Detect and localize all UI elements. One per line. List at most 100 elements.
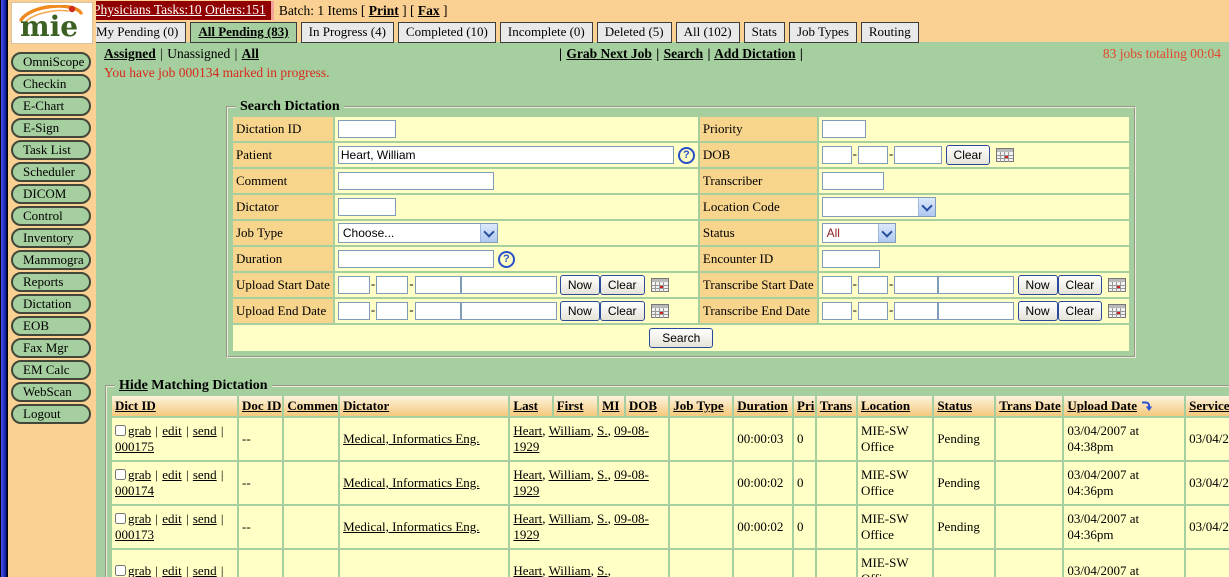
tab-deleted[interactable]: Deleted (5) — [597, 22, 672, 43]
send-link[interactable]: send — [193, 423, 217, 438]
patient-first-link[interactable]: William — [549, 467, 591, 482]
transcriber-input[interactable] — [822, 172, 884, 190]
sidebar-item-faxmgr[interactable]: Fax Mgr — [11, 338, 91, 358]
tab-routing[interactable]: Routing — [861, 22, 919, 43]
transcribe-end-day[interactable] — [858, 302, 888, 320]
sidebar-item-inventory[interactable]: Inventory — [11, 228, 91, 248]
send-link[interactable]: send — [193, 563, 217, 577]
fax-link[interactable]: Fax — [418, 3, 440, 18]
search-button[interactable]: Search — [649, 328, 713, 348]
upload-end-day[interactable] — [376, 302, 408, 320]
dictator-input[interactable] — [338, 198, 396, 216]
col-job-type[interactable]: Job Type — [673, 398, 723, 413]
sidebar-item-dicom[interactable]: DICOM — [11, 184, 91, 204]
tab-my-pending[interactable]: My Pending (0) — [88, 22, 186, 43]
sidebar-item-reports[interactable]: Reports — [11, 272, 91, 292]
patient-mi-link[interactable]: S. — [597, 467, 607, 482]
patient-first-link[interactable]: William — [549, 511, 591, 526]
dob-month-input[interactable] — [822, 146, 852, 164]
upload-start-time[interactable] — [461, 276, 557, 294]
orders-link[interactable]: Orders:151 — [205, 2, 266, 17]
transcribe-end-month[interactable] — [822, 302, 852, 320]
patient-last-link[interactable]: Heart — [513, 467, 542, 482]
upload-start-calendar-icon[interactable] — [651, 278, 669, 292]
transcribe-start-day[interactable] — [858, 276, 888, 294]
edit-link[interactable]: edit — [162, 467, 182, 482]
edit-link[interactable]: edit — [162, 423, 182, 438]
dictator-link[interactable]: Medical, Informatics Eng. — [343, 475, 479, 490]
sidebar-item-omniscope[interactable]: OmniScope — [11, 52, 91, 72]
transcribe-end-calendar-icon[interactable] — [1108, 304, 1126, 318]
patient-last-link[interactable]: Heart — [513, 563, 542, 577]
col-comment[interactable]: Comment — [287, 398, 338, 413]
col-duration[interactable]: Duration — [737, 398, 788, 413]
sidebar-item-checkin[interactable]: Checkin — [11, 74, 91, 94]
transcribe-start-calendar-icon[interactable] — [1108, 278, 1126, 292]
upload-end-now-button[interactable]: Now — [560, 301, 600, 321]
transcribe-start-now-button[interactable]: Now — [1018, 275, 1058, 295]
edit-link[interactable]: edit — [162, 511, 182, 526]
sidebar-item-mammography[interactable]: Mammogra — [11, 250, 91, 270]
patient-last-link[interactable]: Heart — [513, 511, 542, 526]
dob-calendar-icon[interactable] — [996, 148, 1014, 162]
col-first[interactable]: First — [557, 398, 584, 413]
row-checkbox[interactable] — [115, 513, 126, 524]
grab-link[interactable]: grab — [128, 563, 151, 577]
patient-mi-link[interactable]: S. — [597, 563, 607, 577]
send-link[interactable]: send — [193, 467, 217, 482]
edit-link[interactable]: edit — [162, 563, 182, 577]
sidebar-item-emcalc[interactable]: EM Calc — [11, 360, 91, 380]
col-dict-id[interactable]: Dict ID — [115, 398, 156, 413]
col-dictator[interactable]: Dictator — [343, 398, 389, 413]
physicians-tasks-link[interactable]: Physicians Tasks:10 — [93, 2, 202, 17]
upload-end-time[interactable] — [461, 302, 557, 320]
job-type-select[interactable]: Choose... — [338, 223, 498, 243]
transcribe-start-year[interactable] — [894, 276, 938, 294]
transcribe-end-year[interactable] — [894, 302, 938, 320]
col-last[interactable]: Last — [513, 398, 538, 413]
grab-link[interactable]: grab — [128, 423, 151, 438]
col-upload-date[interactable]: Upload Date — [1067, 398, 1137, 413]
dob-year-input[interactable] — [894, 146, 942, 164]
dict-id-link[interactable]: 000174 — [115, 483, 154, 498]
upload-end-clear-button[interactable]: Clear — [600, 301, 645, 321]
send-link[interactable]: send — [193, 511, 217, 526]
search-link[interactable]: Search — [664, 46, 704, 61]
upload-end-calendar-icon[interactable] — [651, 304, 669, 318]
transcribe-start-month[interactable] — [822, 276, 852, 294]
upload-start-month[interactable] — [338, 276, 370, 294]
sidebar-item-webscan[interactable]: WebScan — [11, 382, 91, 402]
sidebar-item-logout[interactable]: Logout — [11, 404, 91, 424]
col-service-date[interactable]: Service Date — [1189, 398, 1229, 413]
tab-in-progress[interactable]: In Progress (4) — [301, 22, 394, 43]
sidebar-item-tasklist[interactable]: Task List — [11, 140, 91, 160]
add-dictation-link[interactable]: Add Dictation — [714, 46, 795, 61]
assigned-link[interactable]: Assigned — [104, 46, 156, 61]
priority-input[interactable] — [822, 120, 866, 138]
sidebar-item-scheduler[interactable]: Scheduler — [11, 162, 91, 182]
col-trans-date[interactable]: Trans Date — [999, 398, 1061, 413]
upload-start-day[interactable] — [376, 276, 408, 294]
transcribe-start-time[interactable] — [938, 276, 1014, 294]
dob-day-input[interactable] — [858, 146, 888, 164]
print-link[interactable]: Print — [369, 3, 399, 18]
col-mi[interactable]: MI — [602, 398, 619, 413]
tab-completed[interactable]: Completed (10) — [398, 22, 496, 43]
transcribe-start-clear-button[interactable]: Clear — [1058, 275, 1103, 295]
tab-all[interactable]: All (102) — [676, 22, 740, 43]
grab-link[interactable]: grab — [128, 511, 151, 526]
tab-stats[interactable]: Stats — [744, 22, 785, 43]
patient-mi-link[interactable]: S. — [597, 423, 607, 438]
upload-end-year[interactable] — [415, 302, 461, 320]
grab-link[interactable]: grab — [128, 467, 151, 482]
encounter-id-input[interactable] — [822, 250, 880, 268]
grab-next-job-link[interactable]: Grab Next Job — [566, 46, 652, 61]
col-dob[interactable]: DOB — [629, 398, 657, 413]
col-location[interactable]: Location — [861, 398, 910, 413]
comment-input[interactable] — [338, 172, 494, 190]
patient-help-icon[interactable]: ? — [678, 147, 695, 164]
duration-input[interactable] — [338, 250, 494, 268]
patient-last-link[interactable]: Heart — [513, 423, 542, 438]
transcribe-end-now-button[interactable]: Now — [1018, 301, 1058, 321]
col-trans[interactable]: Trans — [820, 398, 852, 413]
